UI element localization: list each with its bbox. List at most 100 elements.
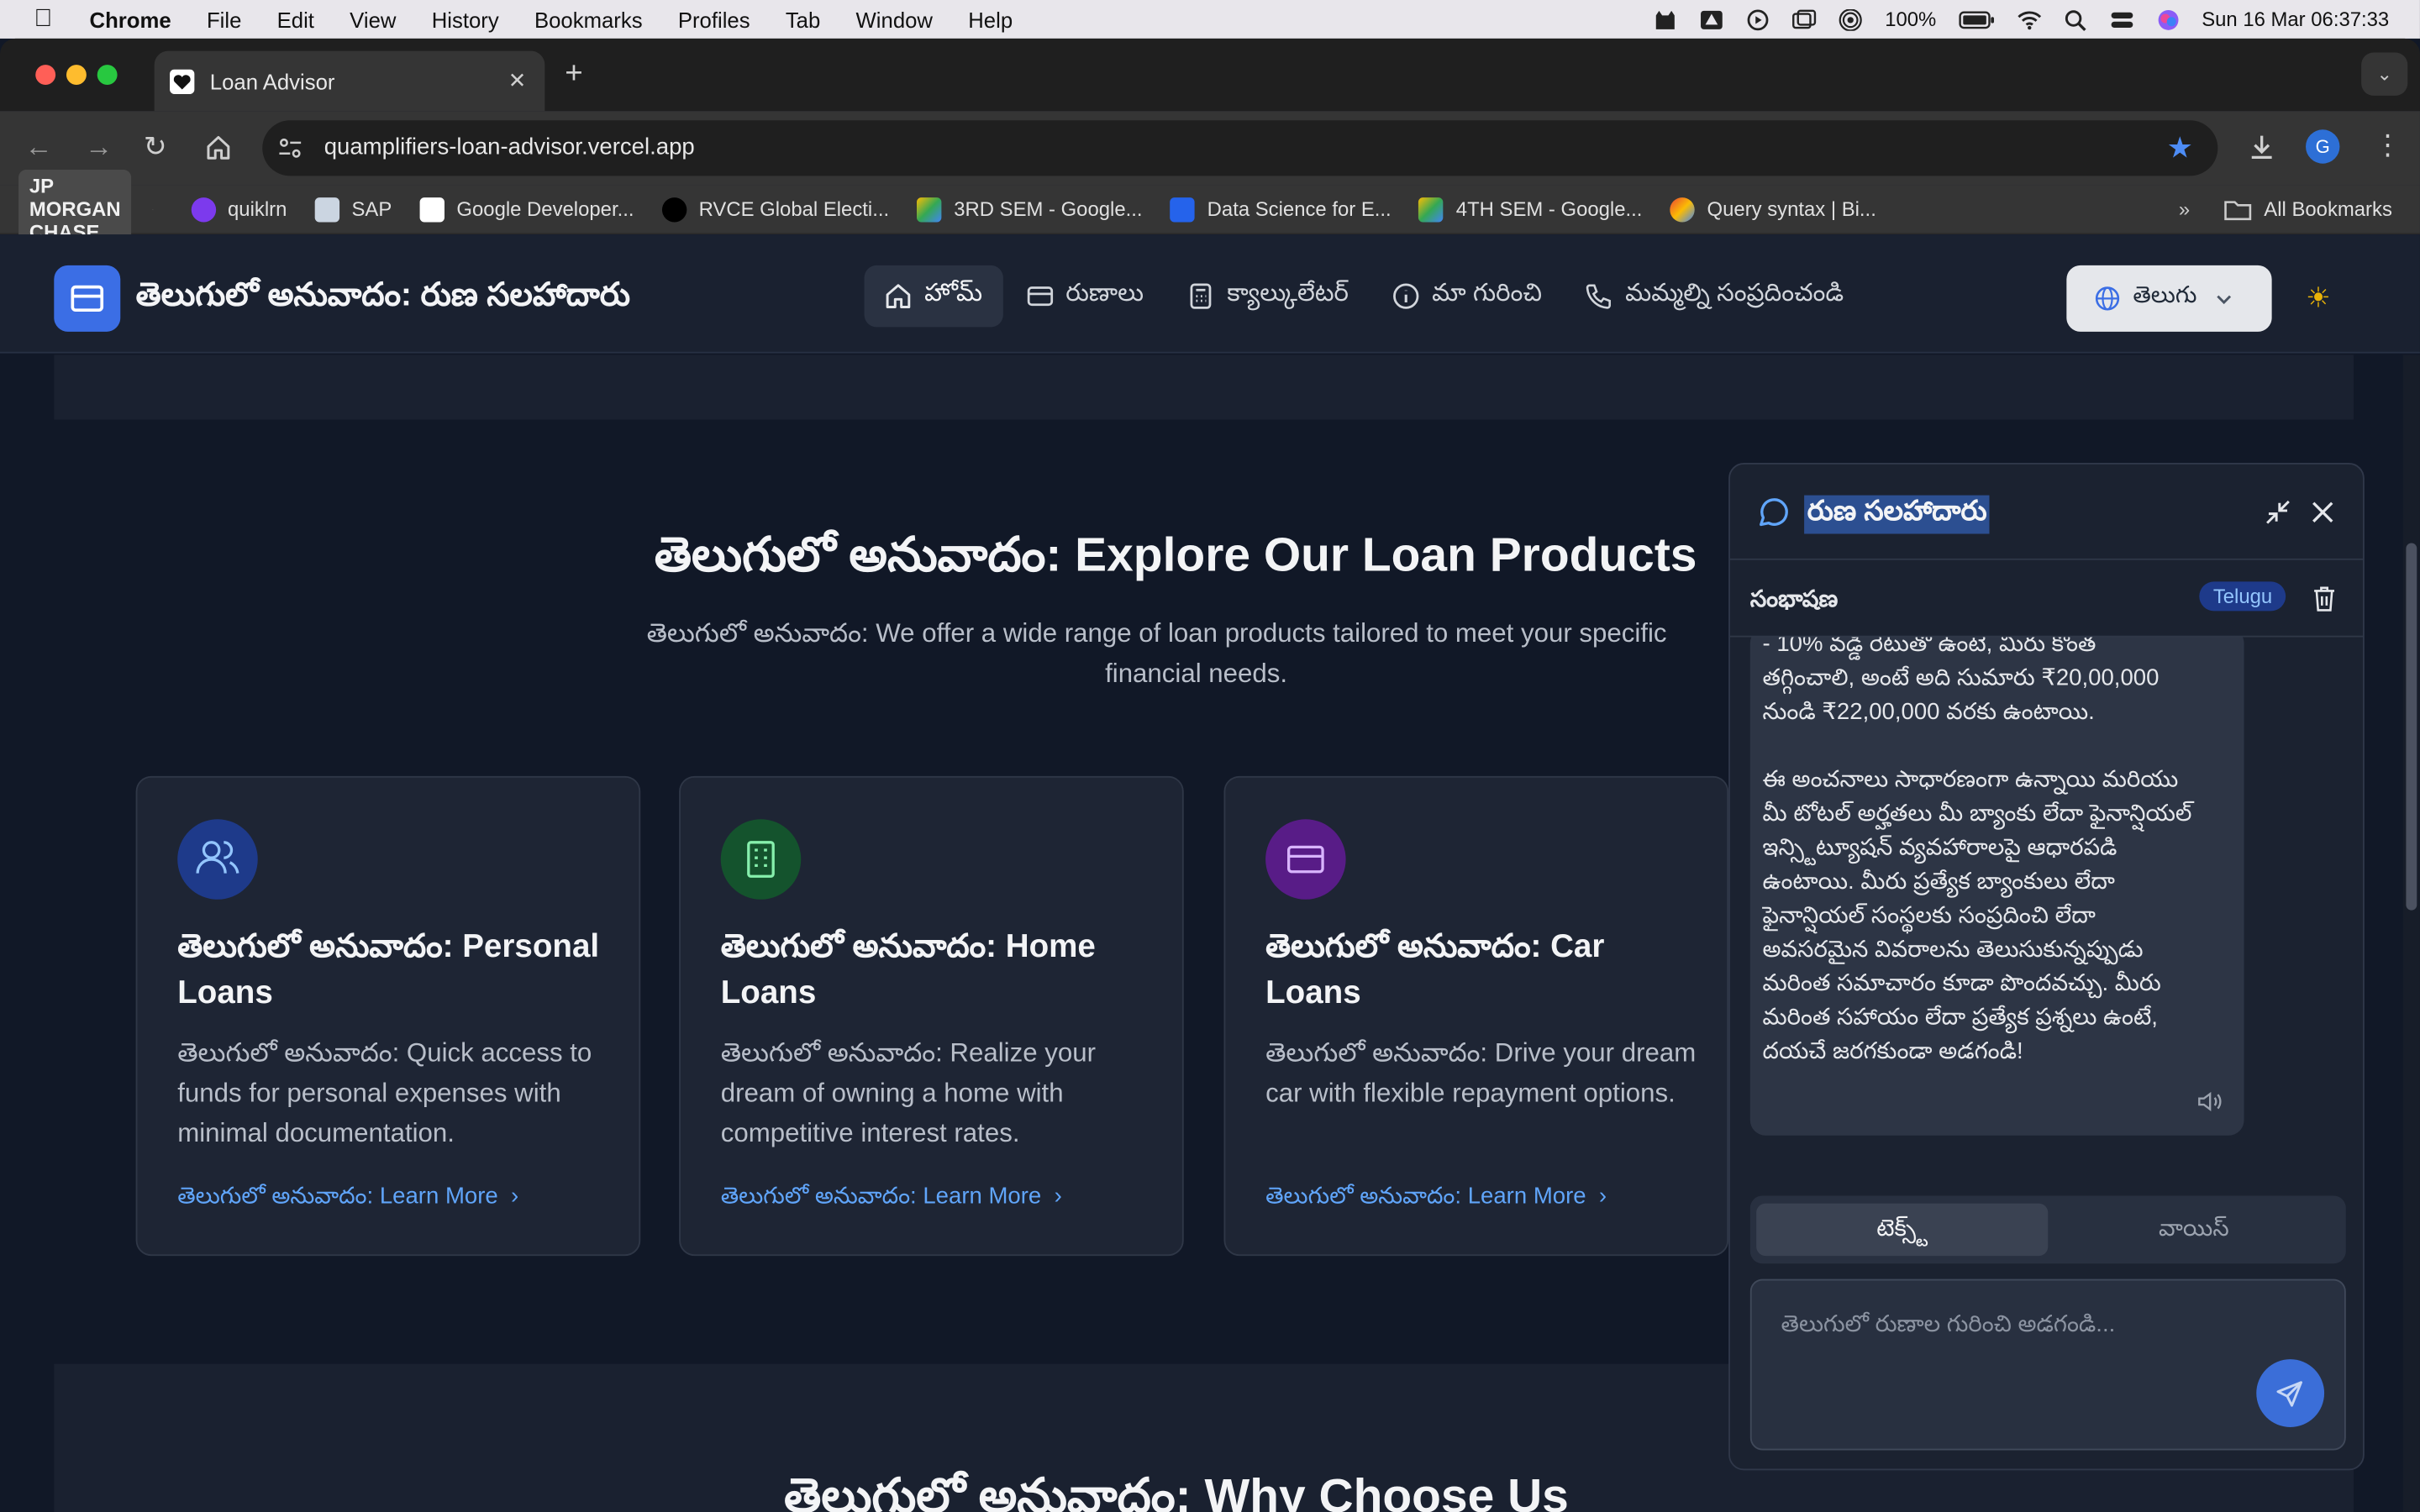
hero-section-bottom (54, 354, 2354, 420)
menu-profiles[interactable]: Profiles (678, 7, 750, 31)
chrome-menu-icon[interactable]: ⋮ (2374, 129, 2402, 162)
menu-help[interactable]: Help (968, 7, 1013, 31)
menu-app-name[interactable]: Chrome (90, 7, 171, 31)
site-brand[interactable]: తెలుగులో అనువాదం: రుణ సలహాదారు (136, 278, 630, 323)
card-description: తెలుగులో అనువాదం: Quick access to funds … (177, 1038, 592, 1148)
bookmark-sap[interactable]: SAP (314, 197, 392, 222)
drive-icon[interactable] (1700, 8, 1724, 30)
profile-avatar[interactable]: G (2306, 129, 2340, 164)
close-window-button[interactable] (35, 65, 56, 86)
logo-card-icon[interactable] (54, 265, 121, 332)
language-select-value: తెలుగు (2133, 282, 2197, 309)
windows-icon[interactable] (1792, 8, 1817, 30)
close-icon[interactable] (2311, 500, 2335, 524)
screen:  Chrome File Edit View History Bookmark… (0, 0, 2420, 1512)
language-select[interactable]: తెలుగు (2066, 265, 2272, 332)
tab-search-button[interactable]: ⌄ (2361, 52, 2408, 96)
bookmark-query-syntax[interactable]: Query syntax | Bi... (1670, 197, 1876, 222)
nav-loans[interactable]: రుణాలు (1006, 265, 1164, 327)
page-scrollbar-track[interactable] (2402, 354, 2420, 1512)
message-line: - 10% వడ్డీ రేటుతో ఉంటే, మీరు కొంత (1762, 637, 2096, 658)
url-text[interactable]: quamplifiers-loan-advisor.vercel.app (324, 134, 695, 160)
chat-input[interactable]: తెలుగులో రుణాల గురించి అడగండి... (1749, 1278, 2346, 1451)
input-mode-tabs: టెక్స్ట్ వాయిస్ (1749, 1195, 2346, 1264)
learn-more-link[interactable]: తెలుగులో అనువాదం: Learn More › (177, 1184, 518, 1216)
page-scrollbar-thumb[interactable] (2406, 543, 2417, 911)
zoom-window-button[interactable] (97, 65, 118, 86)
search-icon[interactable] (2063, 8, 2087, 30)
forward-icon[interactable]: → (85, 131, 113, 164)
menu-bookmarks[interactable]: Bookmarks (534, 7, 643, 31)
new-tab-button[interactable]: + (565, 57, 582, 92)
close-tab-icon[interactable]: ✕ (508, 68, 527, 94)
learn-more-link[interactable]: తెలుగులో అనువాదం: Learn More › (721, 1184, 1062, 1216)
site-settings-icon[interactable] (278, 136, 302, 160)
message-line: తగ్గించాలి, అంటే అది సుమారు ₹20,00,000 (1762, 664, 2160, 691)
home-icon[interactable] (205, 134, 231, 160)
all-bookmarks-label: All Bookmarks (2264, 197, 2392, 221)
control-center-icon[interactable] (2109, 8, 2133, 30)
nav-contact-label: మమ్మల్ని సంప్రదించండి (1625, 281, 1844, 307)
tab-text[interactable]: టెక్స్ట్ (1756, 1203, 2049, 1257)
theme-toggle-sun-icon[interactable]: ☀ (2306, 282, 2331, 315)
back-icon[interactable]: ← (24, 131, 52, 164)
address-bar[interactable]: quamplifiers-loan-advisor.vercel.app ★ (262, 120, 2218, 176)
browser-tab[interactable]: Loan Advisor ✕ (154, 50, 545, 112)
battery-icon[interactable] (1958, 8, 1995, 30)
airdrop-icon[interactable] (1839, 8, 1863, 30)
minimize-window-button[interactable] (66, 65, 87, 86)
bookmark-data-science[interactable]: Data Science for E... (1170, 197, 1392, 222)
message-line: మరింత సహాయం లేదా ప్రత్యేక ప్రశ్నలు ఉంటే, (1762, 1004, 2158, 1031)
bookmark-label: RVCE Global Electi... (698, 197, 890, 221)
speaker-icon[interactable] (2197, 1091, 2222, 1113)
site-navbar: తెలుగులో అనువాదం: రుణ సలహాదారు హోమ్ రుణా… (0, 234, 2420, 354)
message-list[interactable]: - 10% వడ్డీ రేటుతో ఉంటే, మీరు కొంత తగ్గి… (1730, 637, 2363, 1193)
bookmark-google-developer[interactable]: Google Developer... (419, 197, 634, 222)
message-line: దయచే జరగకుండా అడగండి! (1762, 1038, 2023, 1065)
download-icon[interactable] (2247, 133, 2276, 162)
quiklrn-icon (190, 197, 216, 222)
nav-home-label: హోమ్ (924, 281, 983, 307)
chevron-right-icon: › (1047, 1183, 1062, 1210)
why-choose-heading: తెలుగులో అనువాదం: Why Choose Us (784, 1468, 1569, 1512)
nav-contact[interactable]: మమ్మల్ని సంప్రదించండి (1565, 265, 1865, 327)
nav-home[interactable]: హోమ్ (864, 265, 1002, 328)
tab-voice[interactable]: వాయిస్ (2048, 1204, 2339, 1256)
tab-strip: Loan Advisor ✕ + ⌄ (0, 38, 2420, 112)
card-description: తెలుగులో అనువాదం: Realize your dream of … (720, 1038, 1096, 1148)
bookmark-4th-sem[interactable]: 4TH SEM - Google... (1418, 197, 1642, 222)
minimize-icon[interactable] (2264, 498, 2291, 526)
send-button[interactable] (2256, 1359, 2325, 1427)
bookmark-3rd-sem[interactable]: 3RD SEM - Google... (917, 197, 1143, 222)
siri-icon[interactable] (2155, 8, 2180, 30)
more-bookmarks-icon[interactable]: » (2179, 197, 2190, 221)
reload-icon[interactable]: ↻ (144, 131, 167, 164)
card-title: తెలుగులో అనువాదం: Car Loans (1265, 928, 1605, 1011)
cat-icon[interactable] (1654, 8, 1678, 30)
menu-view[interactable]: View (350, 7, 396, 31)
bookmark-quiklrn[interactable]: quiklrn (190, 197, 287, 222)
menu-edit[interactable]: Edit (277, 7, 314, 31)
menu-window[interactable]: Window (856, 7, 933, 31)
bookmark-rvce[interactable]: RVCE Global Electi... (661, 197, 890, 222)
menu-file[interactable]: File (207, 7, 241, 31)
clock[interactable]: Sun 16 Mar 06:37:33 (2202, 8, 2389, 31)
status-area: 100% Sun 16 Mar 06:37:33 (1654, 0, 2389, 39)
apple-icon[interactable]:  (34, 5, 61, 33)
learn-more-link[interactable]: తెలుగులో అనువాదం: Learn More › (1265, 1184, 1607, 1216)
trash-icon[interactable] (2312, 585, 2336, 612)
apps-grid-icon[interactable] (153, 197, 154, 221)
menu-tab[interactable]: Tab (786, 7, 820, 31)
bookmark-star-icon[interactable]: ★ (2167, 131, 2193, 166)
play-icon[interactable] (1746, 8, 1770, 30)
menu-history[interactable]: History (432, 7, 499, 31)
language-badge: Telugu (2199, 581, 2286, 612)
nav-about[interactable]: మా గురించి (1372, 265, 1562, 327)
wifi-icon[interactable] (2017, 8, 2041, 30)
bookmark-label: SAP (351, 197, 392, 221)
nav-calculator[interactable]: క్యాల్కులేటర్ (1167, 265, 1369, 327)
card-title: తెలుగులో అనువాదం: Home Loans (720, 928, 1096, 1011)
message-line: అవసరమైన వివరాలను తెలుసుకున్నప్పుడు (1762, 936, 2144, 963)
all-bookmarks[interactable]: All Bookmarks (2224, 197, 2392, 221)
home-icon (886, 284, 911, 308)
